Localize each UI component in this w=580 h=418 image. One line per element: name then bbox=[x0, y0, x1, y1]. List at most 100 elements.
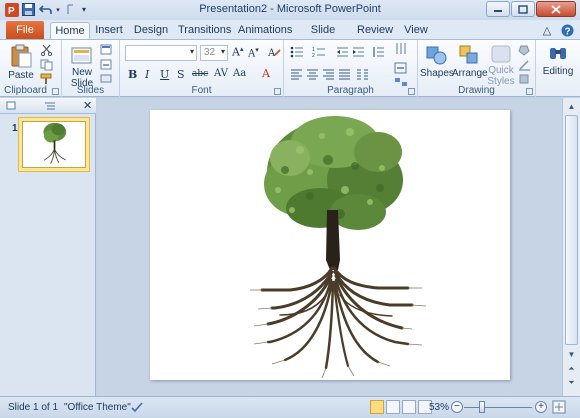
zoom-slider-track[interactable] bbox=[464, 407, 532, 408]
tab-view[interactable]: View bbox=[401, 22, 431, 40]
tab-animations[interactable]: Animations bbox=[238, 22, 292, 40]
title-bar: P ▾ ▾ Presentation2 - Microsoft PowerPoi… bbox=[0, 0, 580, 20]
scroll-up-icon[interactable]: ▲ bbox=[565, 100, 578, 113]
line-spacing-icon[interactable] bbox=[372, 46, 386, 58]
slide-number: 1 bbox=[12, 123, 18, 134]
section-icon[interactable] bbox=[100, 73, 114, 85]
justify-icon[interactable] bbox=[338, 68, 352, 80]
slide-sorter-view-button[interactable] bbox=[386, 400, 400, 414]
shapes-icon bbox=[426, 46, 447, 65]
slide-editing-area bbox=[97, 98, 562, 396]
zoom-out-icon[interactable]: − bbox=[451, 401, 463, 413]
help-icon[interactable]: ? bbox=[560, 23, 574, 37]
align-center-icon[interactable] bbox=[306, 68, 320, 80]
align-left-icon[interactable] bbox=[290, 68, 304, 80]
paste-button[interactable]: Paste bbox=[6, 44, 36, 81]
tab-design[interactable]: Design bbox=[132, 22, 170, 40]
tab-insert[interactable]: Insert bbox=[92, 22, 126, 40]
zoom-slider-thumb[interactable] bbox=[479, 401, 485, 413]
bold-icon[interactable]: B bbox=[128, 68, 137, 81]
paragraph-group: 12 Paragraph bbox=[284, 40, 418, 97]
reset-slide-icon[interactable] bbox=[100, 59, 114, 71]
font-size-combobox[interactable]: 32 ▾ bbox=[200, 45, 228, 61]
slide-thumbnail[interactable] bbox=[18, 117, 90, 172]
maximize-button[interactable] bbox=[511, 1, 535, 17]
arrange-button[interactable]: Arrange bbox=[452, 44, 488, 79]
shape-effects-icon[interactable] bbox=[518, 73, 532, 85]
editing-group: Editing bbox=[536, 40, 580, 97]
outline-tab-icon[interactable] bbox=[44, 101, 56, 111]
copy-icon[interactable] bbox=[40, 59, 54, 71]
tab-review[interactable]: Review bbox=[357, 22, 393, 40]
decrease-indent-icon[interactable] bbox=[336, 46, 350, 58]
bullets-icon[interactable] bbox=[290, 46, 304, 58]
layout-icon[interactable] bbox=[100, 44, 114, 56]
font-group: ▾ 32 ▾ A▴ A▾ A B I U S abc AV Aa A Font bbox=[120, 40, 284, 97]
slide-canvas[interactable] bbox=[150, 110, 510, 380]
scroll-thumb[interactable] bbox=[565, 115, 578, 345]
new-slide-button[interactable]: New Slide bbox=[66, 44, 98, 89]
cut-icon[interactable] bbox=[40, 44, 54, 56]
increase-indent-icon[interactable] bbox=[352, 46, 366, 58]
columns-icon[interactable] bbox=[356, 68, 370, 80]
drawing-launcher[interactable] bbox=[526, 88, 533, 95]
shrink-font-icon[interactable]: A▾ bbox=[248, 46, 259, 59]
text-shadow-icon[interactable]: S bbox=[177, 68, 185, 81]
clear-formatting-icon[interactable]: A bbox=[268, 46, 282, 58]
align-text-icon[interactable] bbox=[394, 62, 408, 74]
scroll-down-icon[interactable]: ▼ bbox=[565, 348, 578, 361]
quick-styles-label-line1: Quick bbox=[488, 65, 514, 76]
fit-to-window-icon[interactable] bbox=[552, 400, 566, 414]
clipboard-group: Paste Clipboard bbox=[0, 40, 62, 97]
align-right-icon[interactable] bbox=[322, 68, 336, 80]
grow-font-icon[interactable]: A▴ bbox=[232, 45, 243, 59]
strikethrough-icon[interactable]: abc bbox=[192, 69, 208, 79]
spelling-check-icon[interactable] bbox=[130, 400, 144, 414]
clipboard-launcher[interactable] bbox=[52, 88, 59, 95]
zoom-in-icon[interactable]: + bbox=[535, 401, 547, 413]
minimize-ribbon-icon[interactable]: △ bbox=[540, 23, 554, 37]
svg-text:2: 2 bbox=[312, 53, 315, 58]
font-size-value: 32 bbox=[204, 47, 216, 58]
quick-styles-button[interactable]: Quick Styles bbox=[486, 44, 516, 87]
minimize-button[interactable] bbox=[486, 1, 510, 17]
font-launcher[interactable] bbox=[274, 88, 281, 95]
close-button[interactable] bbox=[536, 1, 576, 17]
reading-view-button[interactable] bbox=[402, 400, 416, 414]
editing-label: Editing bbox=[542, 66, 574, 77]
ribbon-tabs: File Home Insert Design Transitions Anim… bbox=[0, 20, 580, 52]
tree-with-roots-image[interactable] bbox=[150, 110, 510, 380]
vertical-scrollbar[interactable]: ▲ ▼ ⏶ ⏷ bbox=[562, 98, 580, 396]
italic-icon[interactable]: I bbox=[145, 68, 149, 81]
change-case-icon[interactable]: Aa bbox=[233, 68, 246, 79]
character-spacing-icon[interactable]: AV bbox=[214, 68, 228, 79]
next-slide-icon[interactable]: ⏷ bbox=[565, 376, 578, 389]
shapes-button[interactable]: Shapes bbox=[420, 44, 454, 79]
slides-tab-icon[interactable] bbox=[6, 101, 16, 111]
close-pane-icon[interactable]: ✕ bbox=[83, 99, 92, 112]
svg-text:A: A bbox=[268, 48, 276, 58]
tree-trunk bbox=[326, 210, 340, 270]
paragraph-launcher[interactable] bbox=[408, 88, 415, 95]
tab-file[interactable]: File bbox=[6, 21, 44, 39]
font-name-dropdown-icon[interactable]: ▾ bbox=[190, 47, 194, 56]
tab-home[interactable]: Home bbox=[50, 22, 90, 40]
zoom-level[interactable]: 53% bbox=[429, 402, 449, 413]
font-size-dropdown-icon[interactable]: ▾ bbox=[221, 47, 225, 56]
root-tips bbox=[250, 287, 427, 379]
normal-view-button[interactable] bbox=[370, 400, 384, 414]
paste-icon bbox=[11, 44, 32, 68]
shape-fill-icon[interactable] bbox=[518, 44, 532, 56]
numbering-icon[interactable]: 12 bbox=[312, 46, 326, 58]
format-painter-icon[interactable] bbox=[40, 73, 54, 85]
underline-icon[interactable]: U bbox=[160, 68, 169, 81]
font-color-icon[interactable]: A bbox=[262, 67, 270, 80]
tab-slide-show[interactable]: Slide Show bbox=[298, 22, 348, 52]
status-bar: Slide 1 of 1 "Office Theme" 53% − + bbox=[0, 396, 580, 418]
previous-slide-icon[interactable]: ⏶ bbox=[565, 362, 578, 375]
shape-outline-icon[interactable] bbox=[518, 59, 532, 71]
text-direction-icon[interactable] bbox=[394, 42, 408, 54]
tab-transitions[interactable]: Transitions bbox=[178, 22, 231, 40]
font-name-combobox[interactable]: ▾ bbox=[125, 45, 197, 61]
editing-button[interactable]: Editing bbox=[540, 44, 576, 77]
